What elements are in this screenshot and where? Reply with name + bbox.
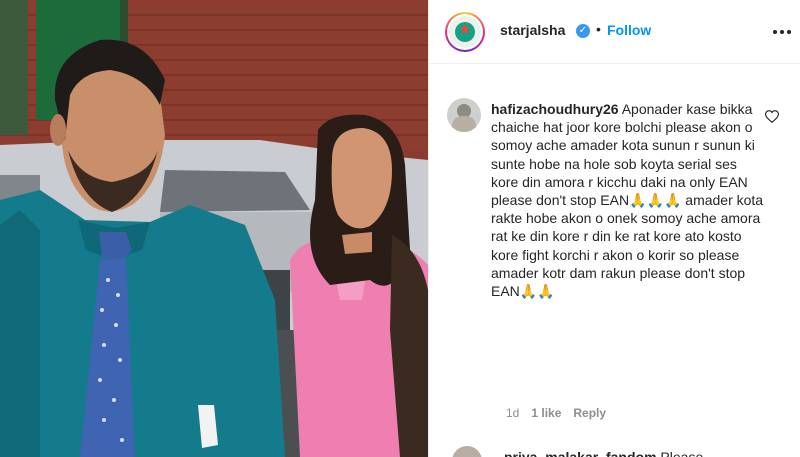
- star-jalsha-logo-icon: ★: [449, 16, 481, 48]
- comment-age: 1d: [506, 406, 520, 420]
- next-commenter-avatar[interactable]: [452, 446, 482, 457]
- profile-avatar[interactable]: ★: [445, 12, 485, 52]
- next-comment-item: priya_malakar_fandom Please: [447, 444, 799, 457]
- post-header: ★ starjalsha ✓ • Follow: [429, 0, 800, 64]
- comment-like-count[interactable]: 1 like: [531, 406, 561, 420]
- post-username[interactable]: starjalsha: [500, 22, 565, 38]
- comment-meta: 1d 1 like Reply: [506, 406, 606, 420]
- commenter-username[interactable]: hafizachoudhury26: [491, 101, 619, 117]
- post-image-scene: [0, 0, 428, 457]
- commenter-avatar[interactable]: [447, 98, 481, 132]
- heart-outline-icon[interactable]: [765, 110, 779, 123]
- comment-text: Aponader kase bikka chaiche hat joor kor…: [491, 101, 764, 300]
- post-side-panel: ★ starjalsha ✓ • Follow hafizachoudhury2…: [428, 0, 800, 457]
- post-photo[interactable]: [0, 0, 428, 457]
- next-comment-text: Please: [660, 449, 704, 457]
- follow-button[interactable]: Follow: [607, 22, 651, 38]
- more-options-icon[interactable]: [773, 24, 793, 40]
- next-comment-body: priya_malakar_fandom Please: [504, 449, 703, 457]
- next-commenter-username[interactable]: priya_malakar_fandom: [504, 449, 657, 457]
- separator-dot: •: [596, 21, 601, 37]
- reply-button[interactable]: Reply: [573, 406, 606, 420]
- comment-body: hafizachoudhury26 Aponader kase bikka ch…: [491, 100, 767, 300]
- verified-badge-icon: ✓: [576, 24, 590, 38]
